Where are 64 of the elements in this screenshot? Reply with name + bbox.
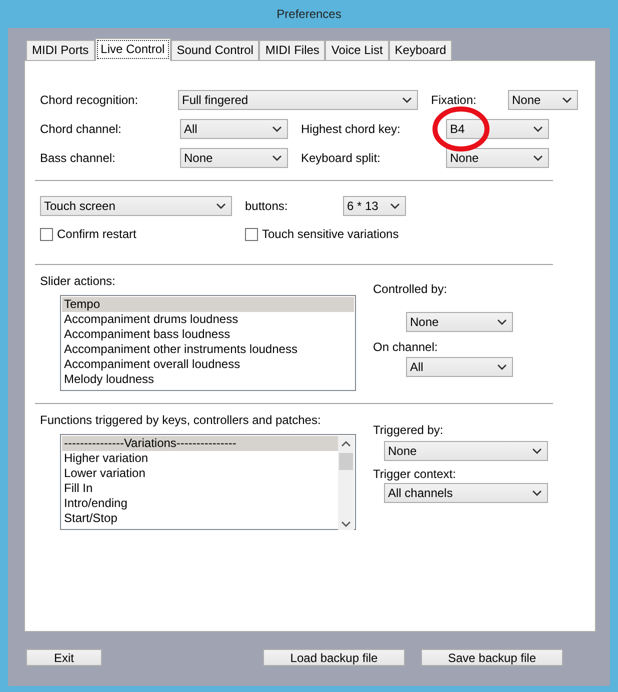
- chevron-down-icon: [532, 490, 542, 496]
- field-label: Fixation:: [431, 93, 478, 107]
- chevron-down-icon: [497, 319, 507, 325]
- checkbox-label: Touch sensitive variations: [262, 227, 399, 241]
- chevron-down-icon: [533, 155, 543, 161]
- list-item[interactable]: Tempo: [62, 297, 354, 312]
- dropdown[interactable]: All: [180, 119, 288, 139]
- dropdown[interactable]: None: [446, 148, 549, 168]
- section-label: Functions triggered by keys, controllers and patches:: [40, 413, 322, 427]
- list-item[interactable]: Accompaniment bass loudness: [62, 327, 354, 342]
- chevron-down-icon: [216, 203, 226, 209]
- dialog-button[interactable]: Exit: [26, 649, 102, 666]
- list-item[interactable]: Start/Stop: [62, 511, 338, 526]
- chevron-down-icon: [390, 203, 400, 209]
- field-label: Bass channel:: [40, 151, 116, 165]
- field-label: Triggered by:: [373, 423, 444, 437]
- tab[interactable]: Live Control: [94, 38, 171, 61]
- dropdown[interactable]: None: [406, 312, 513, 332]
- section-label: Slider actions:: [40, 274, 116, 288]
- dropdown[interactable]: None: [384, 441, 548, 461]
- chevron-down-icon: [272, 155, 282, 161]
- field-label: buttons:: [245, 199, 289, 213]
- field-label: Highest chord key:: [301, 122, 402, 136]
- dialog-button[interactable]: Save backup file: [421, 649, 563, 666]
- field-label: Trigger context:: [373, 467, 457, 481]
- checkbox-label: Confirm restart: [57, 227, 136, 241]
- field-label: On channel:: [373, 340, 439, 354]
- chevron-down-icon: [532, 448, 542, 454]
- chevron-down-icon: [497, 364, 507, 370]
- list-item[interactable]: Lower variation: [62, 466, 338, 481]
- list-item[interactable]: Fill In: [62, 481, 338, 496]
- tab[interactable]: Sound Control: [170, 40, 260, 60]
- list-item[interactable]: Accompaniment drums loudness: [62, 312, 354, 327]
- dropdown[interactable]: None: [180, 148, 288, 168]
- checkbox[interactable]: [245, 228, 258, 240]
- list-item[interactable]: Melody loudness: [62, 372, 354, 387]
- checkbox[interactable]: [40, 228, 53, 240]
- list-item[interactable]: Accompaniment overall loudness: [62, 357, 354, 372]
- dropdown[interactable]: All channels: [384, 483, 548, 503]
- tab[interactable]: Keyboard: [388, 40, 452, 60]
- dropdown[interactable]: B4: [446, 119, 549, 139]
- chevron-down-icon: [272, 126, 282, 132]
- field-label: Chord recognition:: [40, 93, 140, 107]
- highlight-circle: [432, 106, 490, 152]
- list-item[interactable]: Accompaniment other instruments loudness: [62, 342, 354, 357]
- chevron-down-icon: [533, 126, 543, 132]
- chevron-down-icon: [562, 97, 572, 103]
- tab[interactable]: MIDI Files: [259, 40, 326, 60]
- tab[interactable]: Voice List: [325, 40, 389, 60]
- dropdown[interactable]: Touch screen: [40, 196, 232, 216]
- list-item[interactable]: Intro/ending: [62, 496, 338, 511]
- window-title: Preferences: [276, 6, 342, 23]
- field-label: Controlled by:: [373, 282, 448, 296]
- field-label: Chord channel:: [40, 122, 122, 136]
- field-label: Keyboard split:: [301, 151, 382, 165]
- dropdown[interactable]: All: [406, 357, 513, 377]
- tab[interactable]: MIDI Ports: [26, 40, 95, 60]
- list-item[interactable]: ---------------Variations---------------: [62, 436, 338, 451]
- dropdown[interactable]: None: [508, 90, 578, 110]
- dialog-button[interactable]: Load backup file: [263, 649, 405, 666]
- dropdown[interactable]: 6 * 13: [343, 196, 406, 216]
- dropdown[interactable]: Full fingered: [178, 90, 418, 110]
- list-item[interactable]: Higher variation: [62, 451, 338, 466]
- chevron-down-icon: [402, 97, 412, 103]
